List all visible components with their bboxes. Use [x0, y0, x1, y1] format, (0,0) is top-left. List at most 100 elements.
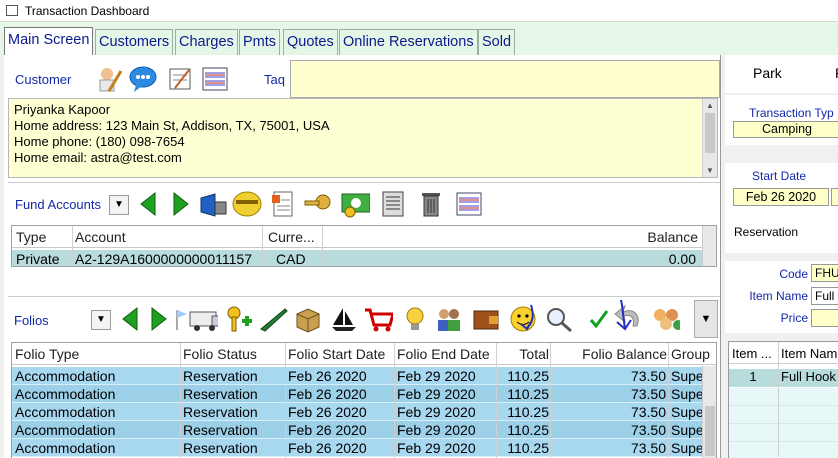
magnifier-icon[interactable]: [544, 304, 574, 334]
table-row[interactable]: Accommodation Reservation Feb 26 2020 Feb 2…: [12, 367, 716, 385]
column-header-balance[interactable]: Balance: [572, 229, 698, 245]
item-name: Full Hook: [781, 369, 836, 384]
column-header-folio-end-date[interactable]: Folio End Date: [397, 346, 490, 362]
column-header-type[interactable]: Type: [16, 229, 46, 245]
message-icon[interactable]: [128, 64, 158, 94]
customer-name: Priyanka Kapoor: [14, 102, 111, 117]
canoe-icon[interactable]: [259, 304, 289, 334]
key-add-icon[interactable]: [224, 304, 254, 334]
folios-scrollbar[interactable]: [702, 366, 716, 458]
tab-sold[interactable]: Sold: [478, 29, 516, 55]
boat-icon[interactable]: [329, 304, 359, 334]
trash-icon[interactable]: [416, 189, 446, 219]
title-bar: Transaction Dashboard: [0, 0, 838, 22]
folio-end-date: Feb 29 2020: [397, 422, 476, 438]
folio-previous-arrow-icon[interactable]: [115, 304, 145, 334]
column-header-currency[interactable]: Curre...: [268, 229, 315, 245]
smiley-icon[interactable]: [507, 304, 537, 334]
transaction-type-label: Transaction Typ: [749, 106, 834, 120]
folios-label: Folios: [14, 313, 49, 328]
column-header-folio-type[interactable]: Folio Type: [15, 346, 79, 362]
start-date-field[interactable]: Feb 26 2020: [733, 188, 829, 206]
column-header-item-name[interactable]: Item Nam: [781, 346, 837, 361]
tab-charges[interactable]: Charges: [175, 29, 238, 55]
table-row[interactable]: Private A2-129A1600000000011157 CAD 0.00: [12, 250, 716, 267]
column-header-folio-start-date[interactable]: Folio Start Date: [288, 346, 385, 362]
folios-toolbar-overflow[interactable]: ▼: [694, 300, 718, 338]
key-icon[interactable]: [303, 189, 333, 219]
table-row[interactable]: 1 Full Hook: [729, 369, 838, 387]
tab-online-reservations[interactable]: Online Reservations: [339, 29, 478, 55]
folio-start-date: Feb 26 2020: [288, 422, 367, 438]
next-arrow-icon[interactable]: [166, 189, 196, 219]
price-field[interactable]: [811, 309, 838, 327]
column-header-group[interactable]: Group: [671, 346, 710, 362]
customer-email: Home email: astra@test.com: [14, 150, 182, 165]
customer-details-scrollbar[interactable]: ▲ ▼: [702, 99, 717, 177]
cash-icon[interactable]: [340, 189, 370, 219]
fund-grid-icon[interactable]: [454, 189, 484, 219]
table-row[interactable]: Accommodation Reservation Feb 26 2020 Feb 2…: [12, 439, 716, 457]
package-icon[interactable]: [293, 304, 323, 334]
fund-accounts-dropdown[interactable]: ▼: [109, 195, 129, 215]
list-grid-icon[interactable]: [200, 64, 230, 94]
lightbulb-icon[interactable]: [400, 304, 430, 334]
tab-quotes[interactable]: Quotes: [283, 29, 338, 55]
folio-status: Reservation: [183, 422, 258, 438]
right-panel: Park F Transaction Typ Camping Start Dat…: [720, 55, 838, 458]
folio-group: Supe: [671, 422, 704, 438]
column-header-folio-balance[interactable]: Folio Balance: [552, 346, 667, 362]
item-name-field[interactable]: Full: [811, 287, 838, 305]
folio-balance: 73.50: [630, 440, 666, 456]
window-icon: [6, 5, 18, 16]
folio-group: Supe: [671, 386, 704, 402]
column-header-folio-status[interactable]: Folio Status: [183, 346, 257, 362]
code-field[interactable]: FHU: [811, 264, 838, 282]
folio-start-date: Feb 26 2020: [288, 386, 367, 402]
document-list-icon[interactable]: [378, 189, 408, 219]
tag-input[interactable]: [290, 60, 720, 98]
folios-dropdown[interactable]: ▼: [91, 310, 111, 330]
wallet-icon[interactable]: [471, 304, 501, 334]
edit-customer-icon[interactable]: [94, 64, 124, 94]
transaction-type-field[interactable]: Camping: [733, 121, 838, 138]
people-icon[interactable]: [434, 304, 464, 334]
park-tab[interactable]: Park: [753, 65, 782, 81]
group-faces-icon[interactable]: [650, 304, 680, 334]
tab-customers[interactable]: Customers: [95, 29, 174, 55]
folios-toolbar: Folios ▼: [8, 296, 720, 338]
table-row[interactable]: Accommodation Reservation Feb 26 2020 Feb 2…: [12, 385, 716, 403]
column-header-total[interactable]: Total: [499, 346, 549, 362]
table-row[interactable]: Accommodation Reservation Feb 26 2020 Feb 2…: [12, 421, 716, 439]
items-header: Item ... Item Nam: [729, 342, 838, 364]
folio-type: Accommodation: [15, 404, 116, 420]
folios-header: Folio Type Folio Status Folio Start Date…: [12, 343, 716, 365]
item-name-label: Item Name: [749, 289, 808, 303]
credit-card-icon[interactable]: [232, 189, 262, 219]
park-tab-bar: Park F: [725, 55, 838, 93]
checkmark-icon[interactable]: [584, 304, 614, 334]
folio-status: Reservation: [183, 368, 258, 384]
folio-balance: 73.50: [630, 422, 666, 438]
rv-icon[interactable]: [188, 304, 218, 334]
start-date-extra[interactable]: [831, 188, 838, 206]
folio-end-date: Feb 29 2020: [397, 386, 476, 402]
items-grid: Item ... Item Nam 1 Full Hook: [728, 341, 838, 458]
notes-icon[interactable]: [165, 64, 195, 94]
folio-group: Supe: [671, 404, 704, 420]
folio-type: Accommodation: [15, 386, 116, 402]
tab-pmts[interactable]: Pmts: [239, 29, 281, 55]
fund-accounts-scrollbar[interactable]: [702, 226, 716, 266]
fund-type: Private: [16, 251, 60, 267]
tab-main-screen[interactable]: Main Screen: [4, 27, 94, 56]
table-row[interactable]: Accommodation Reservation Feb 26 2020 Feb 2…: [12, 403, 716, 421]
invoice-icon[interactable]: [268, 189, 298, 219]
column-header-item[interactable]: Item ...: [732, 346, 772, 361]
fund-currency: CAD: [276, 251, 306, 267]
previous-arrow-icon[interactable]: [133, 189, 163, 219]
folio-start-date: Feb 26 2020: [288, 368, 367, 384]
column-header-account[interactable]: Account: [75, 229, 126, 245]
shopping-cart-icon[interactable]: [363, 304, 393, 334]
undo-icon[interactable]: [611, 299, 641, 331]
transfer-icon[interactable]: [198, 189, 228, 219]
